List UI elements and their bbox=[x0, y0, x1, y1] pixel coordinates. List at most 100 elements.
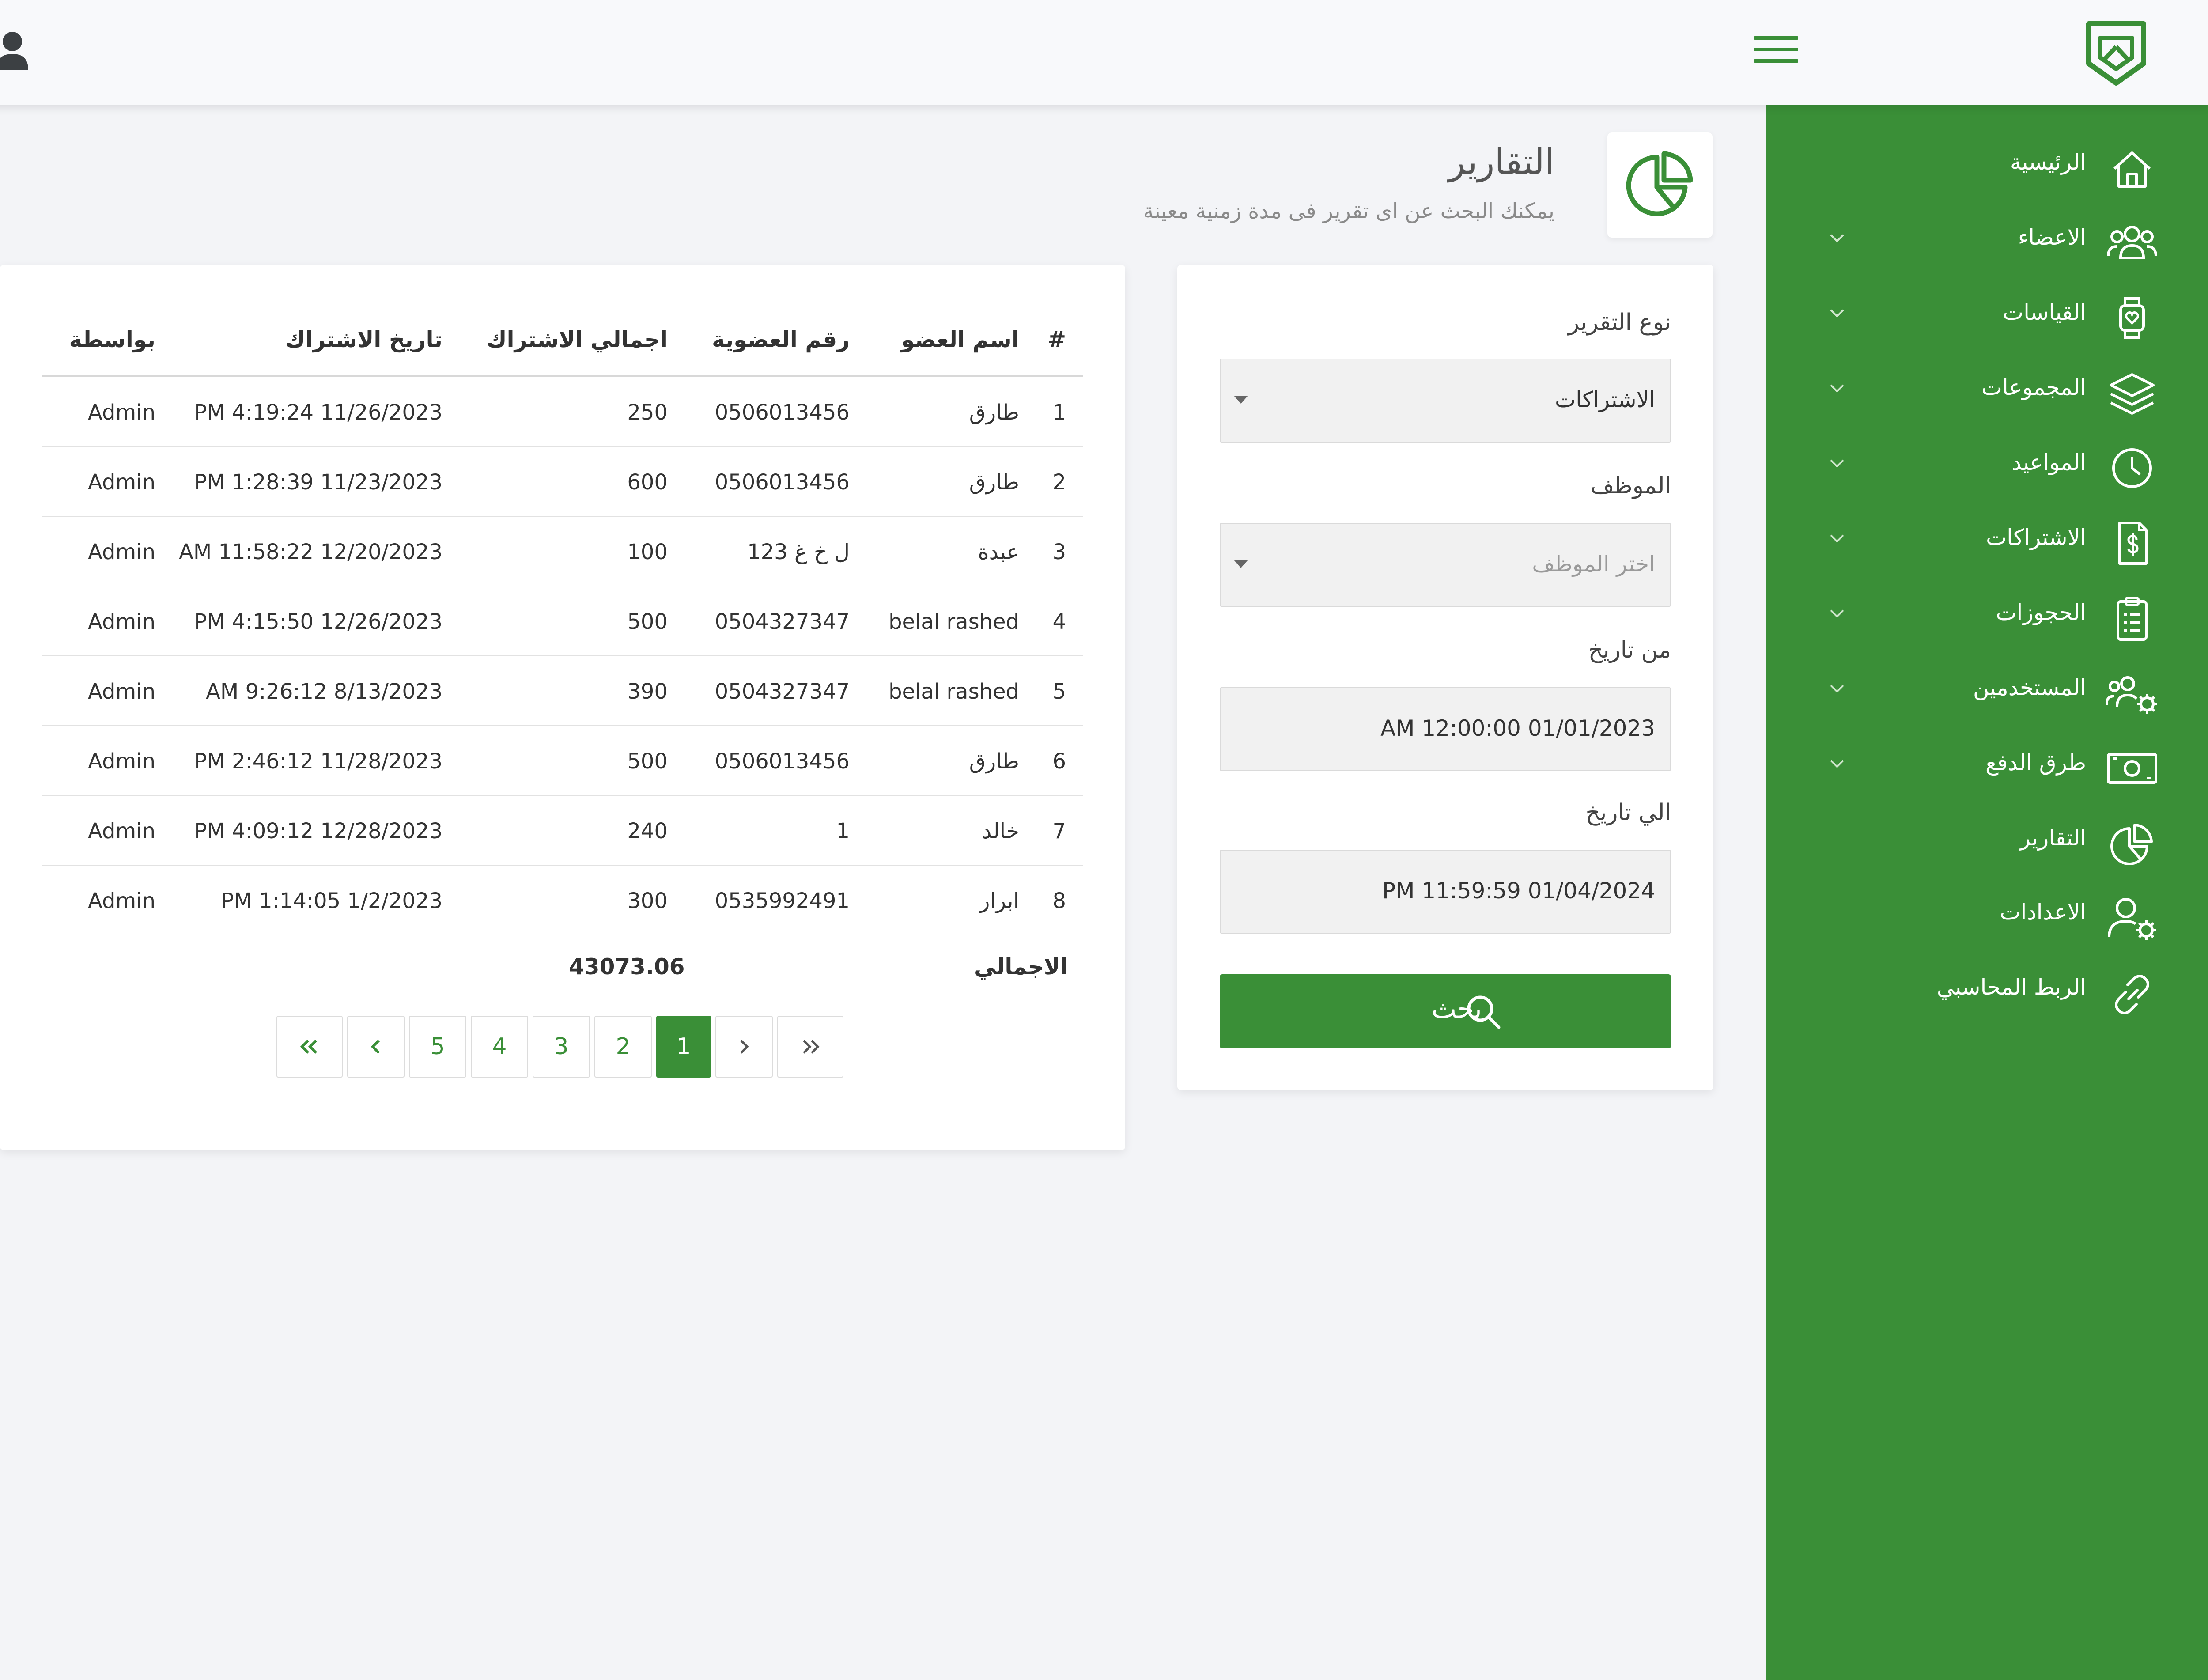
chevron-down-icon[interactable] bbox=[1828, 231, 1846, 245]
column-header-by: بواسطة bbox=[69, 327, 155, 352]
chevron-down-icon[interactable] bbox=[1828, 532, 1846, 545]
cell-index: 3 bbox=[1052, 540, 1066, 564]
column-header-total: اجمالي الاشتراك bbox=[486, 327, 668, 352]
sidebar-item-home[interactable]: الرئيسية bbox=[1766, 136, 2208, 189]
table-row: 3 عبدة ل خ غ 123 100 AM 11:58:22 12/20/2023 A… bbox=[42, 517, 1083, 586]
cell-index: 6 bbox=[1052, 749, 1066, 774]
sidebar-item-invoice[interactable]: الاشتراكات bbox=[1766, 511, 2208, 565]
cell-name: طارق bbox=[969, 749, 1019, 774]
page-button-3[interactable]: 3 bbox=[533, 1016, 590, 1078]
to-date-label: الي تاريخ bbox=[1585, 799, 1671, 826]
shield-logo-icon[interactable] bbox=[2085, 20, 2147, 87]
next-page-button[interactable] bbox=[715, 1016, 773, 1078]
sidebar-item-label: المستخدمين bbox=[1973, 675, 2086, 700]
cell-name: طارق bbox=[969, 470, 1019, 495]
chevron-down-icon[interactable] bbox=[1828, 757, 1846, 770]
report-type-select[interactable]: الاشتراكات bbox=[1220, 359, 1671, 443]
sidebar-item-link[interactable]: الربط المحاسبي bbox=[1766, 961, 2208, 1014]
double-chevron-right-icon bbox=[803, 1040, 820, 1054]
report-type-value: الاشتراكات bbox=[1555, 387, 1655, 412]
chevron-down-icon[interactable] bbox=[1828, 382, 1846, 395]
link-icon bbox=[2115, 975, 2149, 1014]
column-header-name: اسم العضو bbox=[901, 327, 1019, 352]
cash-icon bbox=[2107, 753, 2157, 784]
table-row: 7 خالد 1 240 PM 4:09:12 12/28/2023 Admin bbox=[42, 796, 1083, 866]
page-button-1[interactable]: 1 bbox=[656, 1016, 711, 1078]
cell-date: PM 2:46:12 11/28/2023 bbox=[194, 749, 442, 774]
table-row: 1 طارق 0506013456 250 PM 4:19:24 11/26/2023 A… bbox=[42, 377, 1083, 447]
cell-date: PM 4:19:24 11/26/2023 bbox=[194, 400, 442, 425]
sidebar-item-label: الحجوزات bbox=[1996, 600, 2086, 625]
column-header-date: تاريخ الاشتراك bbox=[285, 327, 442, 352]
cell-by: Admin bbox=[88, 819, 155, 844]
hamburger-icon[interactable] bbox=[1754, 36, 1798, 63]
chevron-down-icon[interactable] bbox=[1828, 457, 1846, 470]
cell-total: 300 bbox=[627, 889, 668, 913]
cell-index: 5 bbox=[1052, 679, 1066, 704]
sidebar-item-label: الاعضاء bbox=[2018, 224, 2086, 250]
cell-total: 250 bbox=[627, 400, 668, 425]
cell-name: طارق bbox=[969, 400, 1019, 425]
page-button-2[interactable]: 2 bbox=[594, 1016, 652, 1078]
page-title: التقارير bbox=[1448, 141, 1554, 182]
cell-date: AM 9:26:12 8/13/2023 bbox=[206, 679, 442, 704]
cell-index: 8 bbox=[1052, 889, 1066, 913]
last-page-button[interactable] bbox=[777, 1016, 843, 1078]
sidebar-item-users[interactable]: الاعضاء bbox=[1766, 211, 2208, 264]
cell-index: 1 bbox=[1052, 400, 1066, 425]
cell-total: 500 bbox=[627, 749, 668, 774]
chevron-down-icon[interactable] bbox=[1828, 306, 1846, 320]
sidebar-item-clipboard[interactable]: الحجوزات bbox=[1766, 586, 2208, 641]
search-form-card: نوع التقرير الاشتراكات الموظف اختر الموظ… bbox=[1177, 265, 1713, 1090]
sidebar-item-label: التقارير bbox=[2019, 825, 2086, 851]
sidebar-item-users-gear[interactable]: المستخدمين bbox=[1766, 662, 2208, 715]
first-page-button[interactable] bbox=[276, 1016, 343, 1078]
sidebar-item-pie-chart[interactable]: التقارير bbox=[1766, 812, 2208, 865]
sidebar-item-label: القياسات bbox=[2003, 299, 2086, 325]
cell-membership: 0506013456 bbox=[715, 400, 850, 425]
page-button-4[interactable]: 4 bbox=[471, 1016, 528, 1078]
sidebar-item-clock[interactable]: المواعيد bbox=[1766, 436, 2208, 489]
home-icon bbox=[2113, 151, 2151, 188]
table-row: 8 ابرار 0535992491 300 PM 1:14:05 1/2/2023 Ad… bbox=[42, 866, 1083, 935]
page-button-5[interactable]: 5 bbox=[409, 1016, 466, 1078]
chevron-down-icon[interactable] bbox=[1828, 682, 1846, 695]
sidebar-item-user-gear[interactable]: الاعدادات bbox=[1766, 886, 2208, 940]
column-header-membership: رقم العضوية bbox=[712, 327, 850, 352]
sidebar-item-cash[interactable]: طرق الدفع bbox=[1766, 737, 2208, 790]
table-row: 4 belal rashed 0504327347 500 PM 4:15:50 12/… bbox=[42, 586, 1083, 656]
total-value: 43073.06 bbox=[569, 954, 685, 980]
employee-select[interactable]: اختر الموظف bbox=[1220, 523, 1671, 607]
from-date-input[interactable]: AM 12:00:00 01/01/2023 bbox=[1220, 687, 1671, 771]
caret-down-icon bbox=[1234, 560, 1248, 568]
from-date-label: من تاريخ bbox=[1588, 637, 1671, 663]
cell-name: خالد bbox=[982, 819, 1019, 844]
sidebar-item-layers[interactable]: المجموعات bbox=[1766, 361, 2208, 415]
cell-date: AM 11:58:22 12/20/2023 bbox=[179, 540, 442, 564]
search-icon bbox=[1467, 995, 1501, 1029]
cell-date: PM 4:09:12 12/28/2023 bbox=[194, 819, 442, 844]
cell-index: 2 bbox=[1052, 470, 1066, 495]
report-table-card: # اسم العضو رقم العضوية اجمالي الاشتراك … bbox=[0, 265, 1125, 1150]
cell-index: 7 bbox=[1052, 819, 1066, 844]
to-date-input[interactable]: PM 11:59:59 01/04/2024 bbox=[1220, 850, 1671, 934]
cell-membership: 1 bbox=[836, 819, 850, 844]
pie-chart-icon bbox=[2110, 824, 2153, 865]
to-date-value: PM 11:59:59 01/04/2024 bbox=[1382, 878, 1655, 904]
cell-membership: 0506013456 bbox=[715, 470, 850, 495]
chevron-down-icon[interactable] bbox=[1828, 607, 1846, 620]
user-icon[interactable] bbox=[0, 31, 30, 71]
pagination: 5 4 3 2 1 bbox=[276, 1016, 899, 1078]
invoice-icon bbox=[2118, 522, 2148, 565]
top-bar bbox=[0, 0, 2208, 105]
sidebar-item-label: الربط المحاسبي bbox=[1936, 974, 2086, 1000]
search-button[interactable]: بحث bbox=[1220, 974, 1671, 1048]
previous-page-button[interactable] bbox=[347, 1016, 405, 1078]
cell-total: 500 bbox=[627, 609, 668, 634]
caret-down-icon bbox=[1234, 396, 1248, 404]
cell-total: 600 bbox=[627, 470, 668, 495]
cell-name: ابرار bbox=[979, 889, 1019, 913]
table-row: 5 belal rashed 0504327347 390 AM 9:26:12 8/1… bbox=[42, 656, 1083, 726]
sidebar-item-watch[interactable]: القياسات bbox=[1766, 286, 2208, 339]
sidebar-item-label: الرئيسية bbox=[2010, 149, 2086, 175]
